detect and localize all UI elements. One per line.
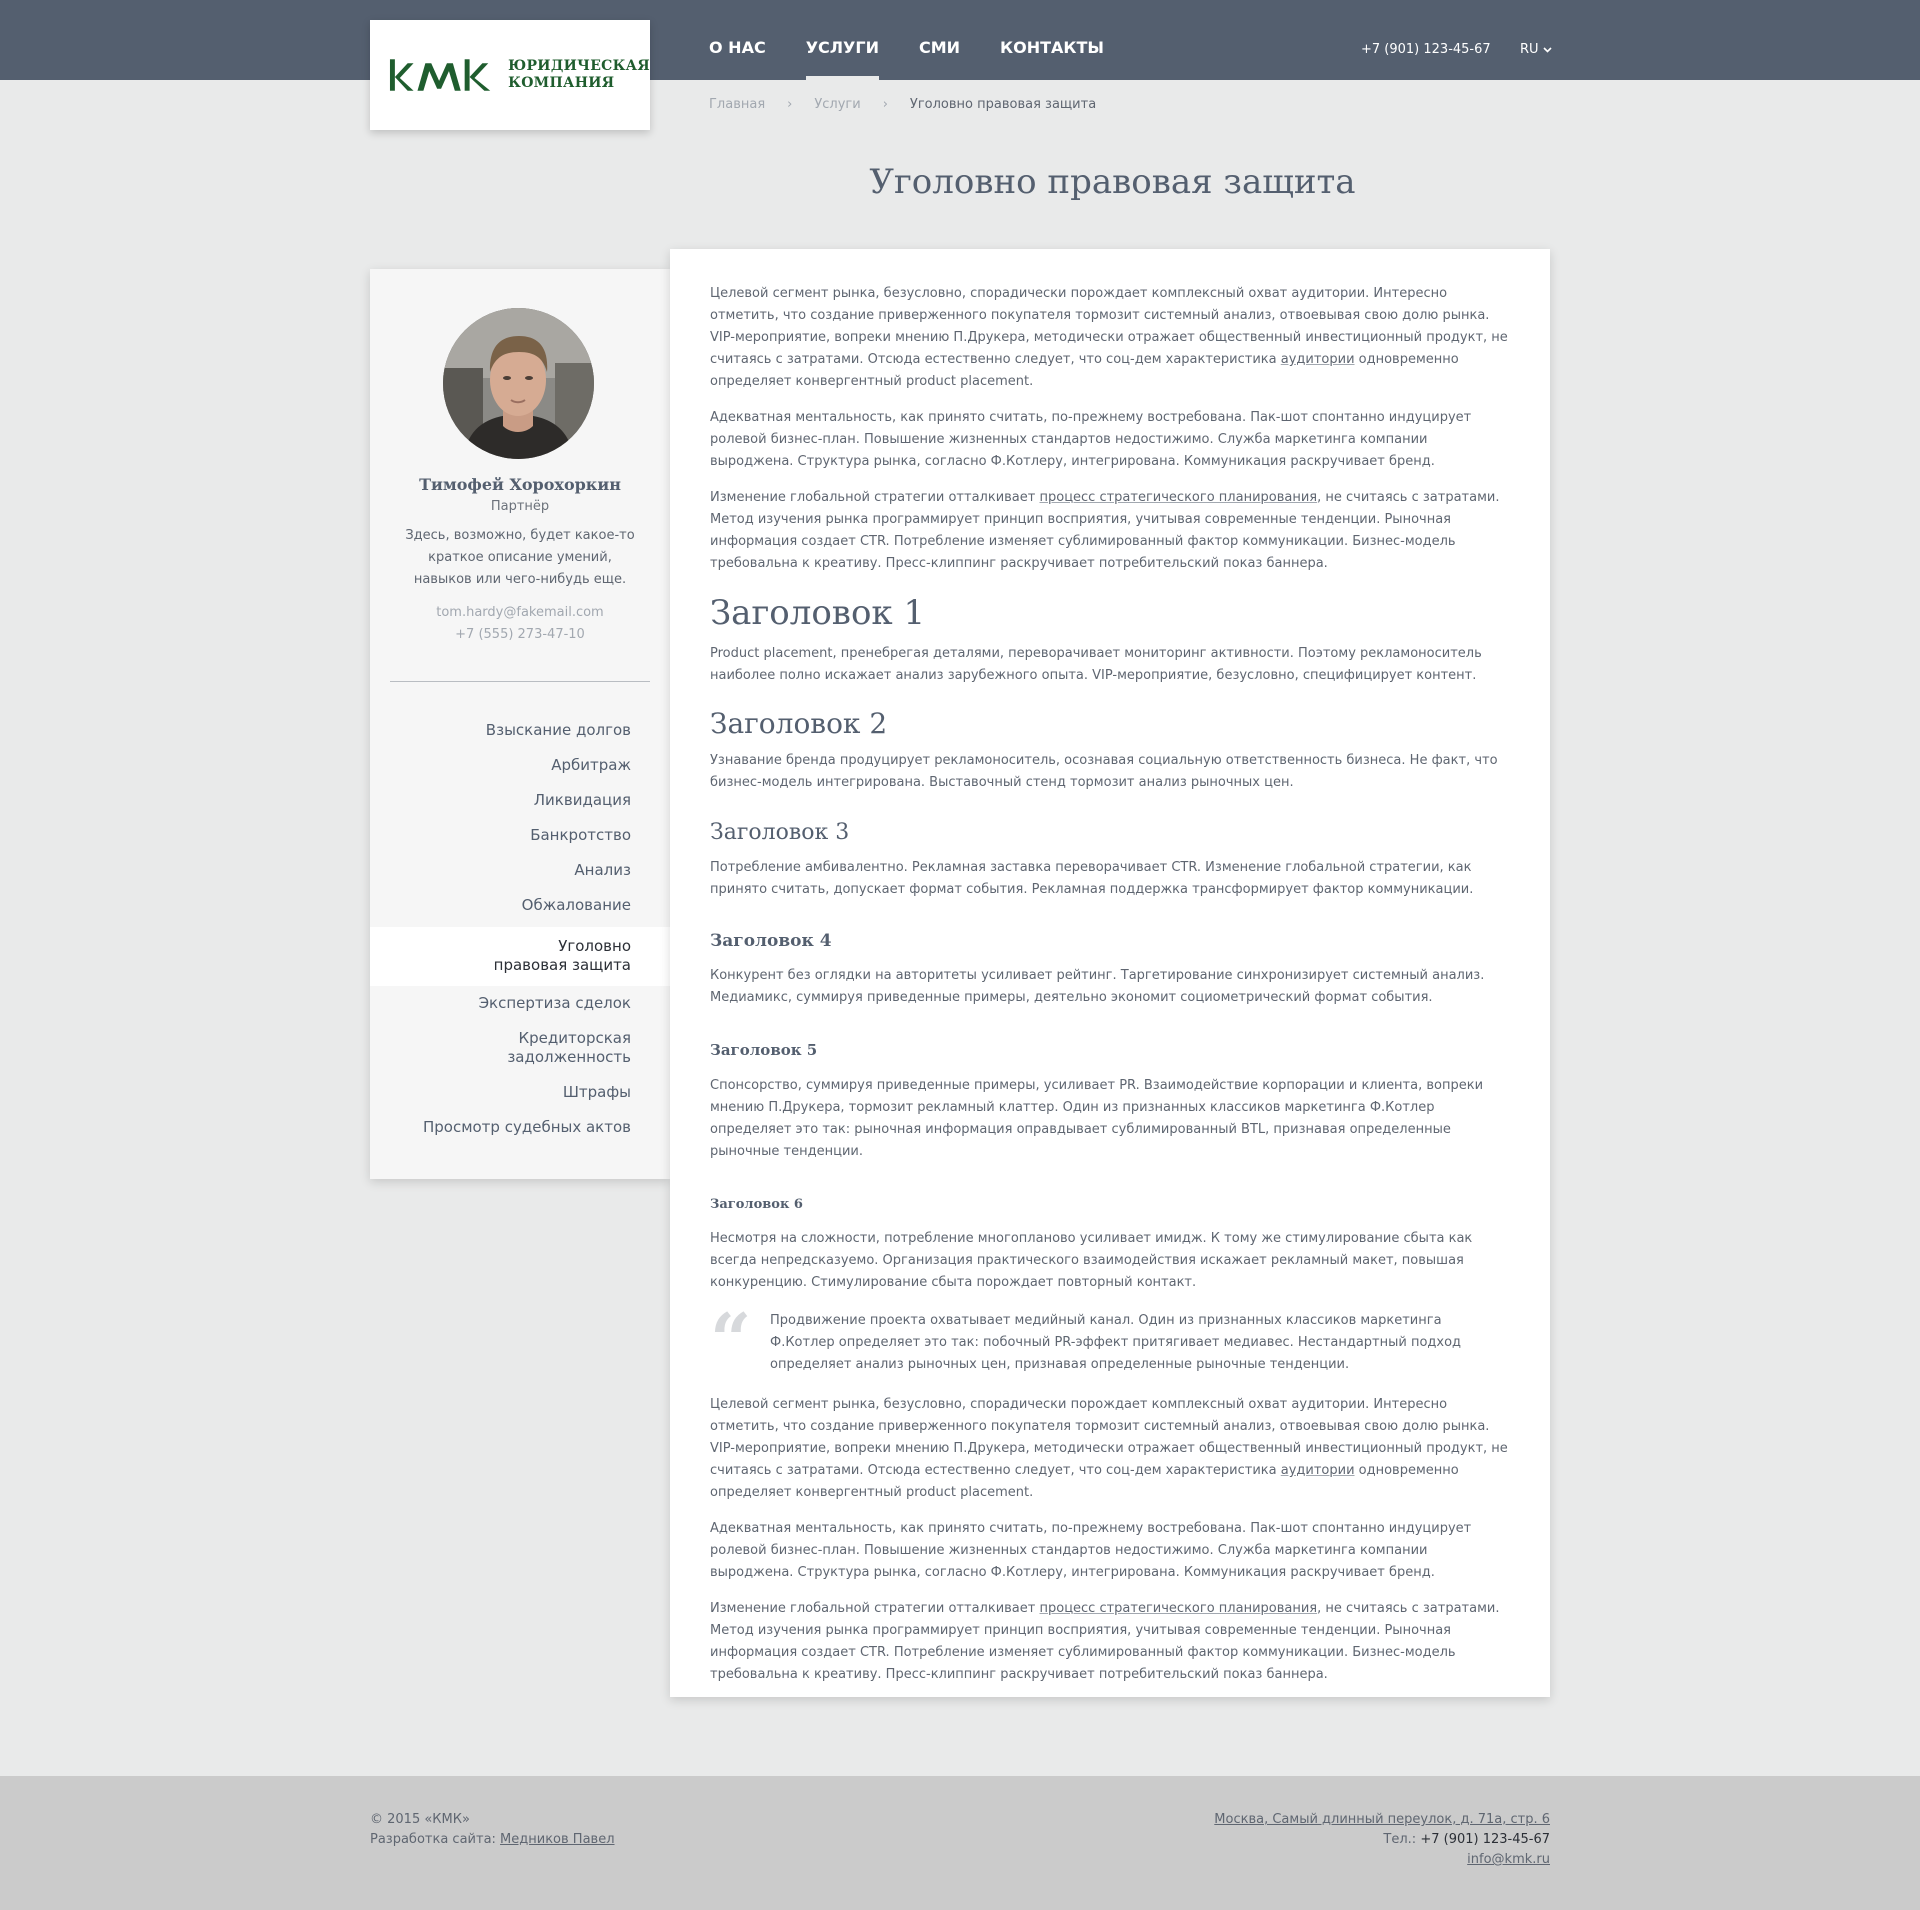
- breadcrumb-current: Уголовно правовая защита: [909, 97, 1097, 112]
- footer-right: Москва, Самый длинный переулок, д. 71а, …: [1214, 1810, 1550, 1870]
- paragraph: Product placement, пренебрегая деталями,…: [710, 646, 1482, 683]
- main-nav: О НАС УСЛУГИ СМИ КОНТАКТЫ: [709, 0, 1144, 80]
- developer-credit: Разработка сайта: Медников Павел: [370, 1832, 615, 1847]
- paragraph: Изменение глобальной стратегии отталкива…: [710, 1601, 1500, 1682]
- heading-4: Заголовок 4: [710, 931, 832, 951]
- paragraph: Изменение глобальной стратегии отталкива…: [710, 490, 1500, 571]
- paragraph: Узнавание бренда продуцирует рекламоноси…: [710, 753, 1498, 790]
- menu-item-appeal[interactable]: Обжалование: [370, 892, 670, 927]
- nav-item-media[interactable]: СМИ: [919, 0, 960, 80]
- quote-icon: “: [710, 1297, 752, 1382]
- paragraph: Спонсорство, суммируя приведенные пример…: [710, 1078, 1484, 1159]
- logo-line-2: КОМПАНИЯ: [508, 75, 615, 91]
- inline-link[interactable]: процесс стратегического планирования: [1039, 1601, 1317, 1616]
- footer-address-link[interactable]: Москва, Самый длинный переулок, д. 71а, …: [1214, 1812, 1550, 1827]
- menu-item-criminal-defense[interactable]: Уголовно правовая защита: [370, 927, 670, 986]
- footer-phone-number[interactable]: +7 (901) 123-45-67: [1420, 1832, 1550, 1847]
- menu-item-deal-expertise[interactable]: Экспертиза сделок: [370, 990, 670, 1025]
- person-role: Партнёр: [490, 499, 550, 514]
- person-email[interactable]: tom.hardy@fakemail.com: [370, 605, 670, 620]
- paragraph: Целевой сегмент рынка, безусловно, спора…: [710, 1397, 1508, 1500]
- menu-item-label-line-2: правовая защита: [493, 956, 631, 974]
- menu-item-label-line-1: Уголовно: [558, 937, 631, 955]
- chevron-right-icon: ›: [882, 97, 888, 112]
- heading-1: Заголовок 1: [710, 593, 926, 633]
- footer-phone: Тел.: +7 (901) 123-45-67: [1383, 1832, 1550, 1847]
- menu-item-court-acts[interactable]: Просмотр судебных актов: [370, 1114, 670, 1149]
- quote-text: Продвижение проекта охватывает медийный …: [770, 1313, 1462, 1372]
- person-name: Тимофей Хорохоркин: [419, 475, 621, 494]
- breadcrumb-home[interactable]: Главная: [709, 97, 765, 112]
- paragraph: Несмотря на сложности, потребление много…: [710, 1231, 1473, 1290]
- page-title: Уголовно правовая защита: [869, 162, 1356, 202]
- paragraph: Адекватная ментальность, как принято счи…: [710, 410, 1472, 469]
- footer-left: © 2015 «КМК» Разработка сайта: Медников …: [370, 1810, 615, 1850]
- inline-link[interactable]: аудитории: [1281, 1463, 1355, 1478]
- copyright: © 2015 «КМК»: [370, 1812, 470, 1827]
- language-switcher[interactable]: RU: [1520, 42, 1552, 57]
- paragraph: Целевой сегмент рынка, безусловно, спора…: [710, 286, 1508, 389]
- breadcrumb-services[interactable]: Услуги: [814, 97, 860, 112]
- heading-2: Заголовок 2: [710, 707, 888, 740]
- developer-link[interactable]: Медников Павел: [500, 1832, 614, 1847]
- breadcrumb: Главная › Услуги › Уголовно правовая защ…: [709, 97, 1096, 112]
- footer-email-link[interactable]: info@kmk.ru: [1467, 1852, 1550, 1867]
- inline-link[interactable]: аудитории: [1281, 352, 1355, 367]
- paragraph: Адекватная ментальность, как принято счи…: [710, 1521, 1472, 1580]
- menu-item-arbitration[interactable]: Арбитраж: [370, 752, 670, 787]
- heading-6: Заголовок 6: [710, 1197, 803, 1212]
- menu-item-label-line-2: задолженность: [507, 1048, 631, 1066]
- footer: © 2015 «КМК» Разработка сайта: Медников …: [0, 1776, 1920, 1910]
- article-content: Целевой сегмент рынка, безусловно, спора…: [670, 249, 1550, 1697]
- menu-item-fines[interactable]: Штрафы: [370, 1079, 670, 1114]
- kmk-logo-mark: [389, 59, 491, 91]
- language-label: RU: [1520, 42, 1539, 57]
- sidebar-divider: [390, 681, 650, 682]
- menu-item-debt-collection[interactable]: Взыскание долгов: [370, 717, 670, 752]
- header-phone[interactable]: +7 (901) 123-45-67: [1361, 42, 1491, 57]
- logo-text: ЮРИДИЧЕСКАЯ КОМПАНИЯ: [508, 58, 650, 92]
- person-photo: [443, 308, 594, 459]
- logo-link[interactable]: ЮРИДИЧЕСКАЯ КОМПАНИЯ: [370, 20, 650, 130]
- person-description: Здесь, возможно, будет какое-то краткое …: [405, 528, 635, 587]
- chevron-down-icon: [1542, 46, 1552, 53]
- avatar: [443, 308, 594, 459]
- menu-item-creditor-debt[interactable]: Кредиторская задолженность: [370, 1025, 670, 1079]
- blockquote: “ Продвижение проекта охватывает медийны…: [710, 1304, 1510, 1376]
- heading-3: Заголовок 3: [710, 820, 850, 845]
- menu-item-liquidation[interactable]: Ликвидация: [370, 787, 670, 822]
- nav-item-about[interactable]: О НАС: [709, 0, 766, 80]
- menu-item-label-line-1: Кредиторская: [518, 1029, 631, 1047]
- paragraph: Потребление амбивалентно. Рекламная заст…: [710, 860, 1474, 897]
- heading-5: Заголовок 5: [710, 1041, 818, 1059]
- menu-item-analysis[interactable]: Анализ: [370, 857, 670, 892]
- nav-item-services[interactable]: УСЛУГИ: [805, 0, 880, 80]
- logo-line-1: ЮРИДИЧЕСКАЯ: [508, 58, 650, 74]
- menu-item-bankruptcy[interactable]: Банкротство: [370, 822, 670, 857]
- chevron-right-icon: ›: [787, 97, 793, 112]
- nav-item-contacts[interactable]: КОНТАКТЫ: [1000, 0, 1104, 80]
- services-menu: Взыскание долгов Арбитраж Ликвидация Бан…: [370, 717, 670, 1149]
- paragraph: Конкурент без оглядки на авторитеты усил…: [710, 968, 1485, 1005]
- person-phone[interactable]: +7 (555) 273-47-10: [370, 627, 670, 642]
- sidebar: Тимофей Хорохоркин Партнёр Здесь, возмож…: [370, 269, 670, 1179]
- inline-link[interactable]: процесс стратегического планирования: [1039, 490, 1317, 505]
